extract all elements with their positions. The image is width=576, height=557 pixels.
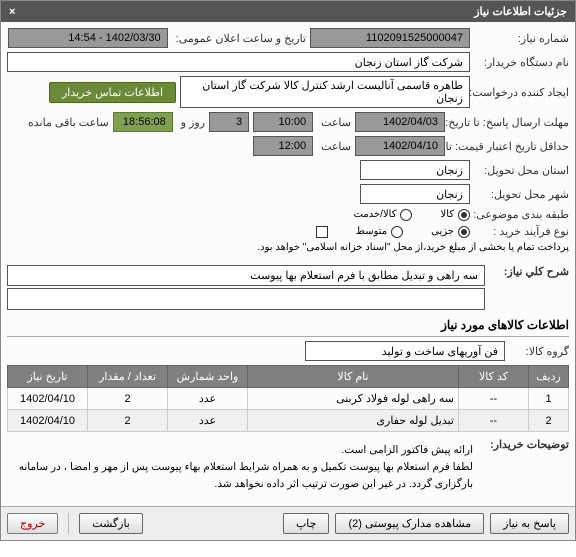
validity-date-value: 1402/04/10 [355, 136, 445, 156]
req-no-label: شماره نیاز: [474, 32, 569, 45]
title-bar: جزئیات اطلاعات نیاز × [1, 1, 575, 22]
reply-button[interactable]: پاسخ به نیاز [490, 513, 569, 534]
contact-info-button[interactable]: اطلاعات تماس خریدار [49, 82, 176, 103]
divider [7, 336, 569, 337]
category-label: طبقه بندی موضوعی: [474, 208, 569, 221]
group-label: گروه کالا: [509, 345, 569, 358]
category-option-goods[interactable]: کالا [440, 209, 470, 221]
delivery-province-value: زنجان [360, 160, 470, 180]
col-name: نام کالا [248, 366, 459, 388]
buyer-org-value: شرکت گاز استان زنجان [7, 52, 470, 72]
days-value: 3 [209, 112, 249, 132]
col-qty: تعداد / مقدار [88, 366, 168, 388]
description-extra-line [7, 288, 485, 310]
delivery-province-label: استان محل تحویل: [474, 164, 569, 177]
radio-icon [391, 226, 403, 238]
col-code: کد کالا [459, 366, 529, 388]
col-row: ردیف [529, 366, 569, 388]
exit-button[interactable]: خروج [7, 513, 58, 534]
deadline-label: مهلت ارسال پاسخ: تا تاریخ: [449, 116, 569, 129]
group-value: فن آوریهای ساخت و تولید [305, 341, 505, 361]
form-body: شماره نیاز: 1102091525000047 تاریخ و ساع… [1, 22, 575, 506]
buyer-note-text: ارائه پیش فاکتور الزامی است. لطفا فرم اس… [7, 438, 475, 496]
back-button[interactable]: بازگشت [79, 513, 143, 534]
delivery-city-label: شهر محل تحویل: [474, 188, 569, 201]
announce-date-value: 1402/03/30 - 14:54 [8, 28, 168, 48]
deadline-time-value: 10:00 [253, 112, 313, 132]
radio-icon [400, 209, 412, 221]
delivery-city-value: زنجان [360, 184, 470, 204]
col-unit: واحد شمارش [168, 366, 248, 388]
radio-icon [458, 226, 470, 238]
table-row[interactable]: 1 -- سه راهی لوله فولاد کربنی عدد 2 1402… [8, 388, 569, 410]
details-window: جزئیات اطلاعات نیاز × شماره نیاز: 110209… [0, 0, 576, 541]
validity-label: حداقل تاریخ اعتبار قیمت: تا تاریخ: [449, 140, 569, 153]
table-row[interactable]: 2 -- تبدیل لوله حفاری عدد 2 1402/04/10 [8, 410, 569, 432]
buy-type-label: نوع فرآیند خرید : [474, 225, 569, 238]
treasury-checkbox[interactable] [316, 226, 328, 238]
view-attachments-button[interactable]: مشاهده مدارک پیوستی (2) [335, 513, 484, 534]
creator-value: طاهره قاسمی آنالیست ارشد کنترل کالا شرکت… [180, 76, 470, 108]
buyer-org-label: نام دستگاه خریدار: [474, 56, 569, 69]
separator [68, 513, 69, 534]
radio-icon [458, 209, 470, 221]
close-icon[interactable]: × [9, 6, 15, 18]
announce-date-label: تاریخ و ساعت اعلان عمومی: [172, 32, 306, 45]
creator-label: ایجاد کننده درخواست: [474, 86, 569, 99]
window-title: جزئیات اطلاعات نیاز [474, 5, 567, 18]
time-label-1: ساعت [317, 116, 351, 129]
footer-toolbar: پاسخ به نیاز مشاهده مدارک پیوستی (2) چاپ… [1, 506, 575, 540]
validity-time-value: 12:00 [253, 136, 313, 156]
items-section-title: اطلاعات کالاهای مورد نیاز [7, 318, 569, 332]
description-label: شرح کلي نياز: [489, 265, 569, 278]
days-label: روز و [177, 116, 205, 129]
category-option-goods-service[interactable]: کالا/خدمت [354, 209, 413, 221]
treasury-note: پرداخت تمام یا بخشی از مبلغ خرید،از محل … [257, 242, 569, 253]
items-table: ردیف کد کالا نام کالا واحد شمارش تعداد /… [7, 365, 569, 432]
col-date: تاریخ نیاز [8, 366, 88, 388]
print-button[interactable]: چاپ [283, 513, 330, 534]
description-value: سه راهی و تبدیل مطابق با فرم استعلام بها… [7, 265, 485, 286]
buy-type-option-medium[interactable]: متوسط [356, 226, 403, 238]
buy-type-option-minor[interactable]: جزیی [431, 226, 470, 238]
buyer-note-label: توضیحات خریدار: [479, 438, 569, 451]
remaining-time-value: 18:56:08 [113, 112, 173, 132]
remaining-label: ساعت باقی مانده [24, 116, 109, 129]
deadline-date-value: 1402/04/03 [355, 112, 445, 132]
time-label-2: ساعت [317, 140, 351, 153]
req-no-value: 1102091525000047 [310, 28, 470, 48]
